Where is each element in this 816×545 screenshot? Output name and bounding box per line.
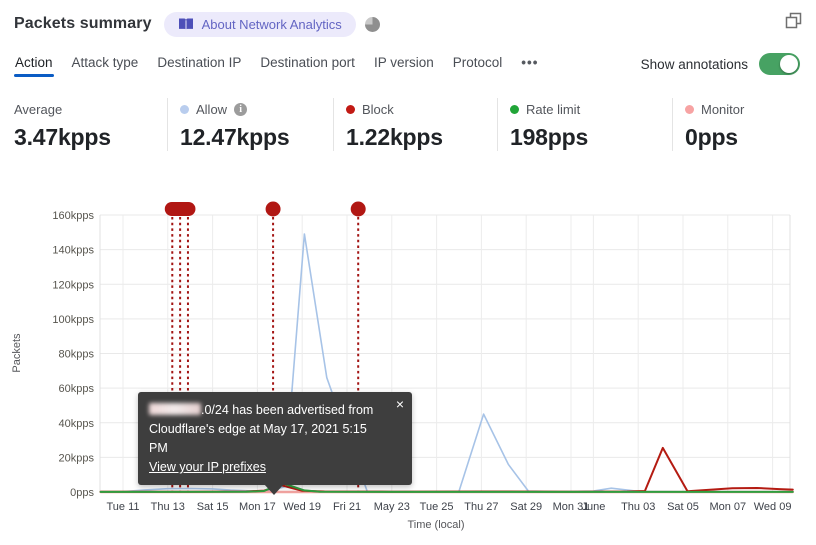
redacted-ip-prefix <box>149 403 201 415</box>
x-tick-label: Thu 03 <box>621 501 655 513</box>
x-tick-label: Tue 25 <box>420 501 454 513</box>
x-tick-label: Sat 29 <box>510 501 542 513</box>
annotation-tooltip: × .0/24 has been advertised from Cloudfl… <box>138 392 412 495</box>
show-annotations-control: Show annotations <box>641 53 800 75</box>
copy-window-icon[interactable] <box>783 10 804 34</box>
badge-label: About Network Analytics <box>201 16 342 32</box>
toggle-knob <box>780 55 798 73</box>
page-title: Packets summary <box>14 15 152 32</box>
stat-label: Rate limit <box>526 101 581 117</box>
x-tick-label: Sat 15 <box>197 501 229 513</box>
tab-destination-ip[interactable]: Destination IP <box>156 55 242 81</box>
stat-label: Average <box>14 101 63 117</box>
info-icon[interactable]: i <box>234 102 248 116</box>
stat-value: 1.22kpps <box>346 124 443 150</box>
stat-label: Allow <box>196 101 228 117</box>
packets-time-series-chart[interactable]: 0pps 20kpps 40kpps 60kpps 80kpps 100kpps 120kp… <box>0 195 816 545</box>
stat-rate-limit: Rate limit 198pps <box>497 98 672 151</box>
stat-value: 198pps <box>510 124 589 150</box>
stat-average: Average 3.47kpps <box>14 98 167 151</box>
tab-protocol[interactable]: Protocol <box>452 55 504 81</box>
x-tick-label: Mon 07 <box>709 501 746 513</box>
tooltip-line2: Cloudflare's edge at May 17, 2021 5:15 P… <box>149 421 367 455</box>
book-icon <box>178 18 194 31</box>
tab-destination-port[interactable]: Destination port <box>259 55 356 81</box>
view-ip-prefixes-link[interactable]: View your IP prefixes <box>149 458 266 477</box>
y-tick-label: 140kpps <box>52 245 94 257</box>
x-tick-label: Wed 09 <box>754 501 792 513</box>
x-tick-label: May 23 <box>374 501 410 513</box>
x-tick-label: Fri 21 <box>333 501 361 513</box>
tab-action[interactable]: Action <box>14 55 54 81</box>
stat-label: Monitor <box>701 101 745 117</box>
y-tick-label: 160kpps <box>52 210 94 222</box>
stat-label: Block <box>362 101 394 117</box>
y-tick-label: 60kpps <box>59 383 95 395</box>
annotation-marker[interactable] <box>350 201 366 217</box>
stat-value: 12.47kpps <box>180 124 290 150</box>
y-tick-label: 120kpps <box>52 279 94 291</box>
stat-value: 0pps <box>685 124 738 150</box>
x-tick-label: Wed 19 <box>283 501 321 513</box>
annotation-marker[interactable] <box>164 202 196 216</box>
stat-block: Block 1.22kpps <box>333 98 497 151</box>
x-tick-label: Tue 11 <box>106 501 139 513</box>
stat-dot-4 <box>685 104 694 114</box>
stat-allow: Allow i 12.47kpps <box>167 98 333 151</box>
tab-attack-type[interactable]: Attack type <box>71 55 140 81</box>
stat-dot-3 <box>510 104 519 114</box>
x-axis-title: Time (local) <box>407 519 464 531</box>
stat-dot-1 <box>180 104 189 114</box>
stat-monitor: Monitor 0pps <box>672 98 812 151</box>
annotation-marker[interactable] <box>265 201 281 217</box>
more-tabs-button[interactable]: ••• <box>520 55 539 81</box>
y-tick-label: 40kpps <box>59 418 95 430</box>
y-tick-label: 100kpps <box>52 314 94 326</box>
x-tick-label: June <box>581 501 605 513</box>
x-tick-label: Thu 27 <box>464 501 498 513</box>
pie-chart-icon <box>364 16 380 32</box>
page-header: Packets summary About Network Analytics <box>14 10 804 38</box>
stat-dot-2 <box>346 104 355 114</box>
y-axis-title: Packets <box>11 333 23 373</box>
tooltip-arrow <box>264 484 284 495</box>
x-tick-label: Mon 17 <box>239 501 276 513</box>
dimension-tabs: Action Attack type Destination IP Destin… <box>14 55 539 81</box>
y-tick-label: 20kpps <box>59 452 95 464</box>
stats-row: Average 3.47kpps Allow i 12.47kpps Block… <box>14 98 816 151</box>
y-tick-label: 80kpps <box>59 349 95 361</box>
show-annotations-toggle[interactable] <box>759 53 800 75</box>
y-tick-label: 0pps <box>70 487 94 499</box>
stat-value: 3.47kpps <box>14 124 111 150</box>
show-annotations-label: Show annotations <box>640 56 748 72</box>
x-tick-label: Thu 13 <box>151 501 185 513</box>
tab-ip-version[interactable]: IP version <box>373 55 435 81</box>
about-network-analytics-badge[interactable]: About Network Analytics <box>163 11 356 37</box>
tooltip-line1: .0/24 has been advertised from <box>149 401 386 420</box>
x-tick-label: Sat 05 <box>667 501 699 513</box>
close-icon[interactable]: × <box>396 397 404 411</box>
